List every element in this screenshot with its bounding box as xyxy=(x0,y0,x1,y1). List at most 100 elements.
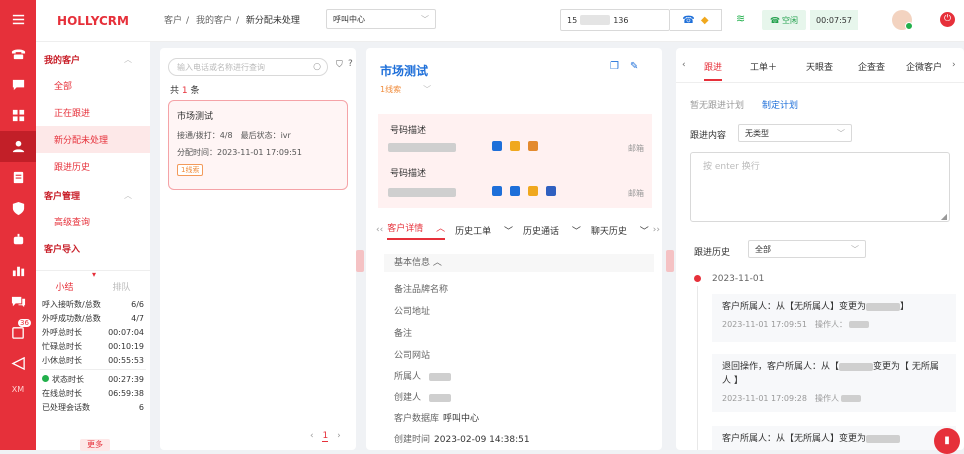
nav-item-all[interactable]: 全部 xyxy=(36,72,150,99)
online-dot xyxy=(905,22,913,30)
collapse-handle-right[interactable] xyxy=(666,250,674,272)
nav-item-follow-history[interactable]: 跟进历史 xyxy=(36,153,150,180)
nav-item-new-unprocessed[interactable]: 新分配未处理 xyxy=(36,126,150,153)
top-bar: 客户 / 我的客户 / 新分配未处理 呼叫中心 ﹀ 15 136 ☎ ◆ ≋ ☎ 空闲 … xyxy=(150,0,964,42)
chevron-down-icon[interactable]: ﹀ xyxy=(423,85,431,94)
globe-icon[interactable] xyxy=(546,186,556,196)
nav-group-customer-import[interactable]: 客户导入 xyxy=(36,235,150,261)
tab-chat-history[interactable]: 聊天历史 ﹀ xyxy=(591,224,649,237)
tab-ticket-history[interactable]: 历史工单 ﹀ xyxy=(455,224,513,237)
field-address: 公司地址 xyxy=(394,307,431,317)
robot-icon[interactable] xyxy=(0,224,36,255)
collapse-handle-left[interactable] xyxy=(356,250,364,272)
num-actions-1 xyxy=(492,141,546,152)
tab-label: 客户详情 xyxy=(387,223,424,234)
search-input[interactable]: 输入电话或名称进行查询 ○ xyxy=(168,58,328,76)
tab-ticket[interactable]: 工单＋ xyxy=(750,60,777,73)
transfer-icon[interactable]: ◆ xyxy=(701,15,709,26)
record-meta: 2023-11-01 17:09:28 操作人 xyxy=(722,392,946,406)
tab-follow[interactable]: 跟进 xyxy=(704,60,723,81)
card-assign-time: 分配时间：2023-11-01 17:09:51 xyxy=(177,148,302,157)
message-icon[interactable] xyxy=(0,286,36,317)
page-number[interactable]: 1 xyxy=(322,431,329,442)
stat-label: 已处理会话数 xyxy=(42,402,90,413)
num-label-1: 号码描述 xyxy=(390,126,427,136)
field-creator: 创建人 xyxy=(394,390,452,403)
nav-group-my-customers[interactable]: 我的客户 ︿ xyxy=(36,46,150,72)
crumb-my-customers[interactable]: 我的客户 xyxy=(196,16,232,26)
search-icon[interactable]: ○ xyxy=(313,62,321,72)
power-icon[interactable]: ⏻ xyxy=(940,12,955,27)
tabs-next-icon[interactable]: › xyxy=(952,60,956,70)
queue-select[interactable]: 呼叫中心 ﹀ xyxy=(326,9,436,29)
tabs-prev-icon[interactable]: ‹ xyxy=(682,60,686,70)
tab-qichacha[interactable]: 企查查 xyxy=(858,60,885,73)
stat-value: 6 xyxy=(138,402,144,412)
shield-icon[interactable] xyxy=(0,193,36,224)
basic-info-header[interactable]: 基本信息 ︿ xyxy=(384,254,654,272)
chat-icon[interactable] xyxy=(0,69,36,100)
created-value: 2023-02-09 14:38:51 xyxy=(434,435,530,445)
stat-row: 已处理会话数 6 xyxy=(36,400,150,414)
grid-icon[interactable] xyxy=(0,100,36,131)
timeline-record: 客户所属人：从【无所属人】变更为 xyxy=(712,426,956,450)
stat-row: 外呼总时长 00:07:04 xyxy=(36,325,150,339)
filter-icon[interactable]: ⛉ xyxy=(336,60,343,70)
customer-icon[interactable] xyxy=(0,131,36,162)
nav-item-following[interactable]: 正在跟进 xyxy=(36,99,150,126)
prev-page-icon[interactable]: ‹ xyxy=(310,431,314,441)
more-button[interactable]: 更多 xyxy=(80,439,110,451)
contact-icon[interactable] xyxy=(528,141,538,151)
call-icon[interactable] xyxy=(492,141,502,151)
send-icon[interactable] xyxy=(0,348,36,379)
assistant-fab-icon[interactable]: ▮ xyxy=(934,428,960,454)
timeline-date: 2023-11-01 xyxy=(712,274,765,284)
crumb-customer[interactable]: 客户 xyxy=(164,16,182,26)
list-item[interactable]: 市场测试 接通/拨打：4/8 最后状态：ivr 分配时间：2023-11-01 … xyxy=(168,100,348,190)
db-label: 客户数据库 xyxy=(394,414,440,424)
tab-queue[interactable]: 排队 xyxy=(93,280,150,293)
tab-tianyancha[interactable]: 天眼查 xyxy=(806,60,833,73)
history-filter-select[interactable]: 全部 ﹀ xyxy=(748,240,866,258)
sms-icon[interactable] xyxy=(528,186,538,196)
owner-label: 所属人 xyxy=(394,372,422,382)
phone-number-field[interactable]: 15 136 xyxy=(560,9,670,31)
crumb-sep: / xyxy=(186,16,190,26)
tab-summary[interactable]: 小结 xyxy=(36,280,93,293)
copy-icon[interactable]: ❐ xyxy=(610,61,619,72)
tabs-prev-icon[interactable]: ‹‹ xyxy=(376,225,383,235)
tabs-next-icon[interactable]: ›› xyxy=(653,225,660,235)
status-label: 空闲 xyxy=(781,15,798,25)
task-icon[interactable]: 36 xyxy=(0,317,36,348)
follow-textarea[interactable]: 按 enter 换行 ◢ xyxy=(690,152,950,222)
next-page-icon[interactable]: › xyxy=(337,431,341,441)
type-select[interactable]: 无类型 ﹀ xyxy=(738,124,852,142)
nav-group-customer-mgmt[interactable]: 客户管理 ︿ xyxy=(36,182,150,208)
chat-icon[interactable] xyxy=(510,186,520,196)
clipboard-icon[interactable] xyxy=(0,162,36,193)
menu-icon[interactable] xyxy=(0,0,36,38)
tab-customer-detail[interactable]: 客户详情 ︿ xyxy=(387,221,446,240)
edit-icon[interactable]: ✎ xyxy=(630,61,638,72)
detail-sub-label: 1线索 xyxy=(380,85,402,94)
resize-handle-icon[interactable]: ◢ xyxy=(941,212,947,221)
list-total: 共 1 条 xyxy=(170,83,200,96)
nav-item-advanced-search[interactable]: 高级查询 xyxy=(36,208,150,235)
avatar[interactable] xyxy=(892,10,913,30)
stat-row: 状态时长 00:27:39 xyxy=(36,372,150,386)
help-icon[interactable]: ? xyxy=(348,59,353,69)
created-label: 创建时间 xyxy=(394,435,431,445)
call-icon[interactable] xyxy=(492,186,502,196)
make-plan-link[interactable]: 制定计划 xyxy=(762,98,798,111)
agent-status[interactable]: ☎ 空闲 xyxy=(762,10,806,30)
tab-call-history[interactable]: 历史通话 ﹀ xyxy=(523,224,581,237)
dial-phone-icon[interactable]: ☎ xyxy=(682,15,694,26)
chart-icon[interactable] xyxy=(0,255,36,286)
sms-icon[interactable] xyxy=(510,141,520,151)
stat-row: 小休总时长 00:55:53 xyxy=(36,353,150,367)
stat-value: 06:59:38 xyxy=(108,388,144,398)
record-text-1: 客户所属人：从【无所属人】变更为 xyxy=(722,302,867,312)
phone-icon[interactable] xyxy=(0,38,36,69)
record-text: 客户所属人：从【无所属人】变更为 xyxy=(722,432,946,446)
tab-wecom-customer[interactable]: 企微客户 xyxy=(906,60,952,73)
